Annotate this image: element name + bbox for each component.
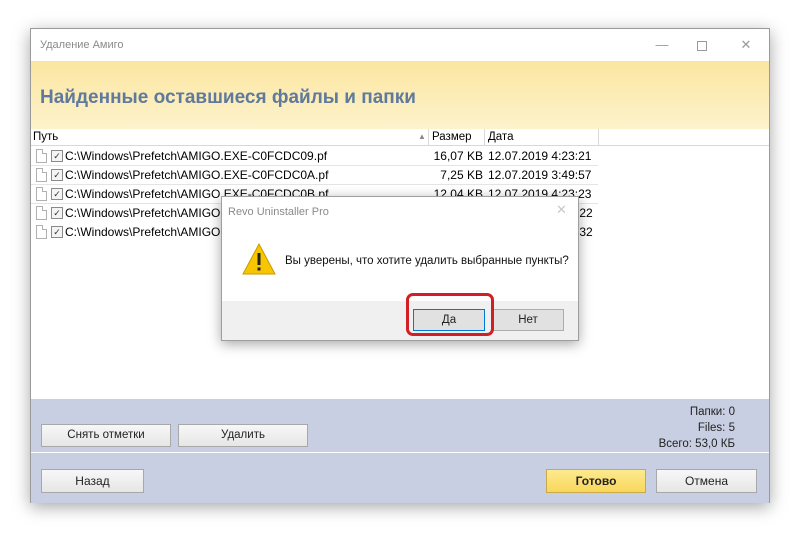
row-date: 12.07.2019 4:23:21 <box>488 149 592 163</box>
row-checkbox[interactable]: ✓ <box>51 169 63 181</box>
file-icon <box>36 206 47 220</box>
column-divider[interactable] <box>598 129 599 145</box>
row-checkbox[interactable]: ✓ <box>51 188 63 200</box>
warning-icon <box>242 243 276 275</box>
row-path: C:\Windows\Prefetch\AMIGO.EXE-C0FCDC0A.p… <box>65 168 329 182</box>
dialog-close-icon[interactable]: ✕ <box>556 202 567 218</box>
column-divider[interactable] <box>428 129 429 145</box>
dialog-body: Вы уверены, что хотите удалить выбранные… <box>222 227 578 301</box>
files-count: 5 <box>728 422 735 434</box>
uncheck-all-button[interactable]: Снять отметки <box>41 424 171 447</box>
no-button[interactable]: Нет <box>492 309 564 331</box>
column-divider[interactable] <box>484 129 485 145</box>
total-size: 53,0 КБ <box>695 438 735 450</box>
row-path: C:\Windows\Prefetch\AMIGO <box>65 206 221 220</box>
dialog-title-bar: Revo Uninstaller Pro ✕ <box>222 197 578 227</box>
file-icon <box>36 187 47 201</box>
window-title: Удаление Амиго <box>40 39 124 51</box>
row-size: 7,25 KB <box>440 168 483 182</box>
done-button[interactable]: Готово <box>546 469 646 493</box>
column-header-date[interactable]: Дата <box>488 131 513 143</box>
dialog-message: Вы уверены, что хотите удалить выбранные… <box>285 255 569 267</box>
table-row[interactable]: ✓ C:\Windows\Prefetch\AMIGO.EXE-C0FCDC09… <box>31 147 769 166</box>
page-title: Найденные оставшиеся файлы и папки <box>40 87 416 108</box>
delete-button[interactable]: Удалить <box>178 424 308 447</box>
file-icon <box>36 225 47 239</box>
total-label: Всего: <box>658 438 692 450</box>
row-checkbox[interactable]: ✓ <box>51 150 63 162</box>
row-checkbox[interactable]: ✓ <box>51 207 63 219</box>
row-checkbox[interactable]: ✓ <box>51 226 63 238</box>
folders-count: 0 <box>728 406 735 418</box>
action-panel: Снять отметки Удалить Папки: 0 Files: 5 … <box>31 399 769 452</box>
footer-bar: Назад Готово Отмена <box>31 452 769 503</box>
column-header-size[interactable]: Размер <box>432 131 472 143</box>
file-icon <box>36 149 47 163</box>
confirm-dialog: Revo Uninstaller Pro ✕ Вы уверены, что х… <box>221 196 579 341</box>
folders-label: Папки: <box>689 406 726 418</box>
header-banner: Найденные оставшиеся файлы и папки <box>31 61 769 129</box>
row-path: C:\Windows\Prefetch\AMIGO <box>65 225 221 239</box>
close-icon[interactable]: ✕ <box>731 33 761 57</box>
minimize-icon[interactable]: — <box>647 33 677 57</box>
file-icon <box>36 168 47 182</box>
back-button[interactable]: Назад <box>41 469 144 493</box>
row-path: C:\Windows\Prefetch\AMIGO.EXE-C0FCDC09.p… <box>65 149 328 163</box>
cancel-button[interactable]: Отмена <box>656 469 757 493</box>
summary-stats: Папки: 0 Files: 5 Всего: 53,0 КБ <box>659 404 735 452</box>
list-header: Путь ▲ Размер Дата <box>31 129 769 146</box>
row-size: 16,07 KB <box>433 149 483 163</box>
files-label: Files: <box>697 422 726 434</box>
dialog-title: Revo Uninstaller Pro <box>228 206 329 218</box>
table-row[interactable]: ✓ C:\Windows\Prefetch\AMIGO.EXE-C0FCDC0A… <box>31 166 769 185</box>
column-header-path[interactable]: Путь <box>33 131 58 143</box>
maximize-icon[interactable] <box>687 33 717 57</box>
title-bar: Удаление Амиго — ✕ <box>31 29 769 61</box>
row-date: 12.07.2019 3:49:57 <box>488 168 592 182</box>
sort-up-icon: ▲ <box>418 132 426 141</box>
highlight-ring <box>406 293 494 336</box>
